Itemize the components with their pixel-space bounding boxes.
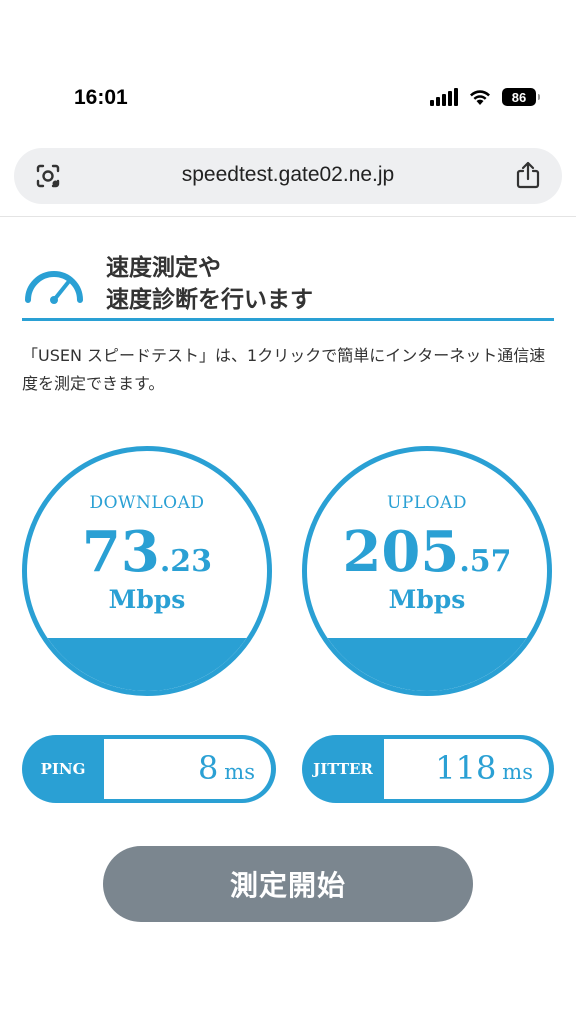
upload-value-dec: .57 <box>459 544 512 579</box>
ping-panel: PING 8 ms <box>22 735 276 803</box>
title-line-2: 速度診断を行います <box>106 287 313 313</box>
header-rule <box>22 318 554 321</box>
status-icons: 86 <box>430 88 540 106</box>
url-text[interactable]: speedtest.gate02.ne.jp <box>14 163 562 187</box>
download-gauge-fill <box>27 638 267 691</box>
upload-value: 205.57 <box>307 519 547 585</box>
download-value: 73.23 <box>27 519 267 585</box>
page-title: 速度測定や 速度診断を行います <box>106 252 313 316</box>
ping-number: 8 <box>197 749 219 787</box>
battery-indicator: 86 <box>502 88 540 106</box>
jitter-label: JITTER <box>313 760 373 778</box>
jitter-panel: JITTER 118 ms <box>302 735 554 803</box>
upload-value-int: 205 <box>342 519 460 585</box>
upload-gauge: UPLOAD 205.57 Mbps <box>302 446 552 696</box>
ping-unit: ms <box>224 760 255 784</box>
address-bar[interactable]: speedtest.gate02.ne.jp <box>14 148 562 204</box>
jitter-number: 118 <box>435 749 497 787</box>
toolbar-divider <box>0 216 576 217</box>
download-gauge: DOWNLOAD 73.23 Mbps <box>22 446 272 696</box>
speedometer-icon <box>25 271 83 304</box>
jitter-value: 118 ms <box>435 749 533 787</box>
jitter-value-box: 118 ms <box>384 739 549 799</box>
download-unit: Mbps <box>108 585 186 614</box>
title-line-1: 速度測定や <box>106 255 221 281</box>
cellular-signal-icon <box>430 88 458 106</box>
wifi-icon <box>470 90 490 105</box>
description-text: 「USEN スピードテスト」は、1クリックで簡単にインターネット通信速度を測定で… <box>22 346 546 393</box>
upload-unit: Mbps <box>388 585 466 614</box>
ping-value: 8 ms <box>198 749 255 787</box>
ping-value-box: 8 ms <box>104 739 271 799</box>
ping-label: PING <box>40 760 86 778</box>
upload-gauge-fill <box>307 638 547 691</box>
status-time: 16:01 <box>74 86 128 109</box>
download-label: DOWNLOAD <box>89 493 205 513</box>
download-value-dec: .23 <box>159 544 213 579</box>
jitter-unit: ms <box>502 760 533 784</box>
start-test-button[interactable]: 測定開始 <box>103 846 473 922</box>
download-value-int: 73 <box>81 519 160 585</box>
share-icon[interactable] <box>514 160 542 190</box>
upload-label: UPLOAD <box>387 493 467 513</box>
